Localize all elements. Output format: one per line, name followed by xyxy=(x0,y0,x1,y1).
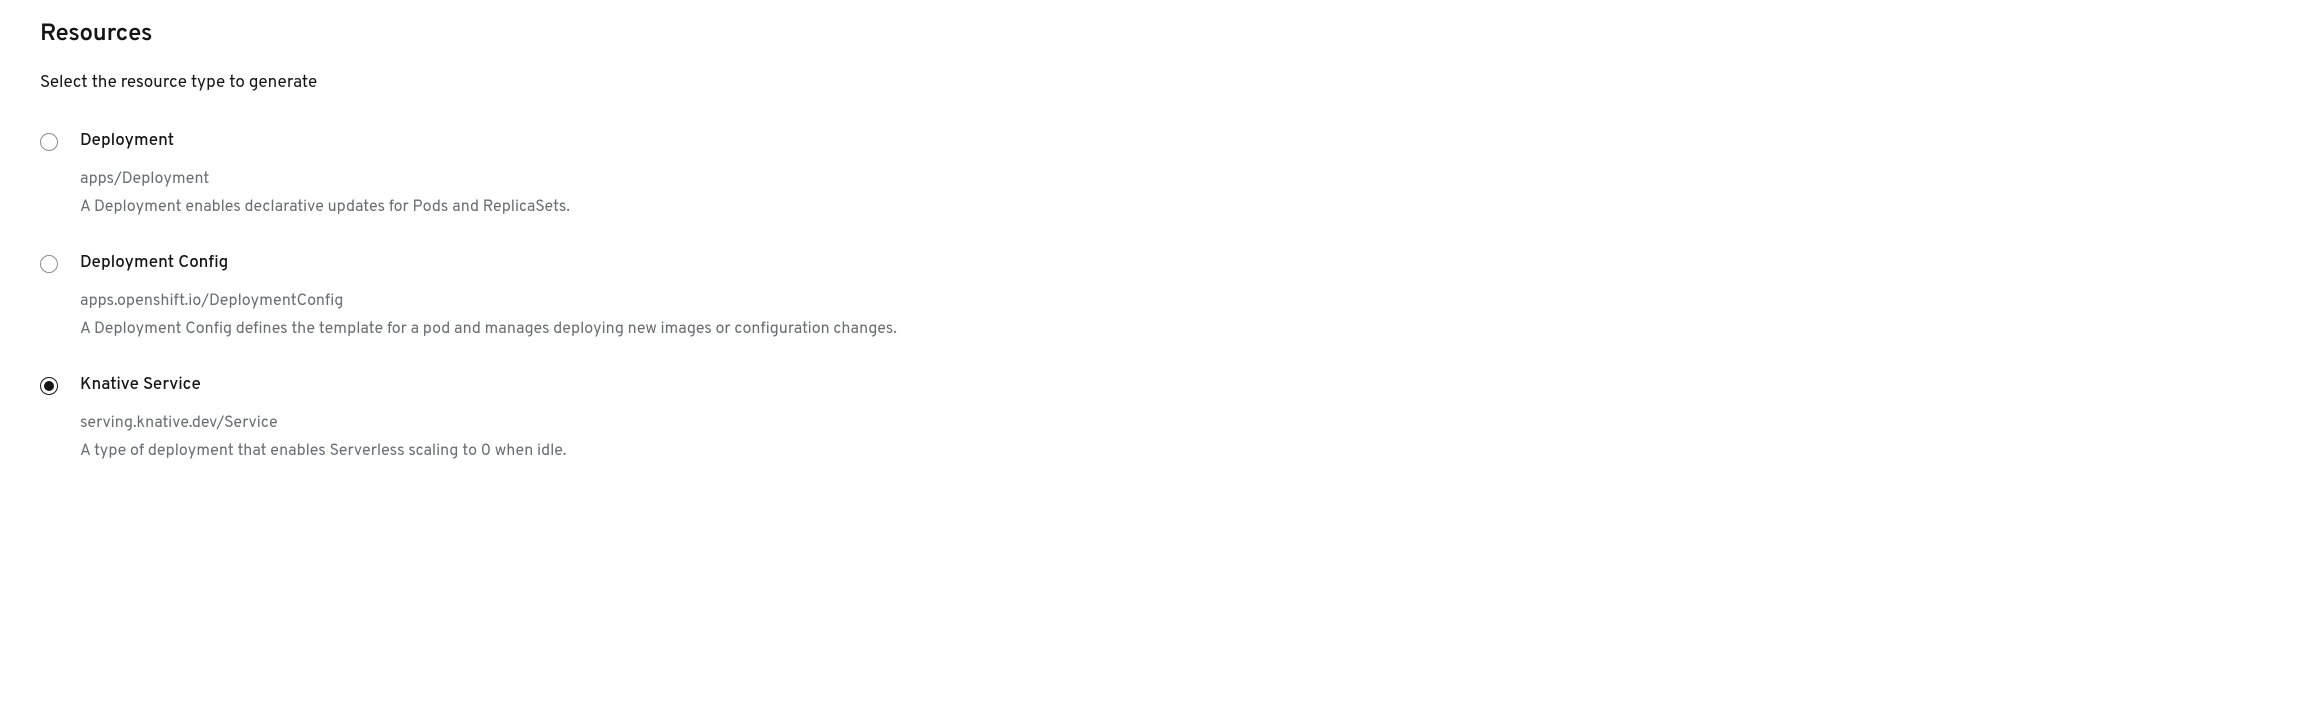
resource-option-knative-service[interactable]: Knative Service serving.knative.dev/Serv… xyxy=(40,374,2260,464)
option-label: Deployment xyxy=(80,130,2260,152)
radio-body: Deployment apps/Deployment A Deployment … xyxy=(80,130,2260,220)
option-label: Deployment Config xyxy=(80,252,2260,274)
resource-option-deployment[interactable]: Deployment apps/Deployment A Deployment … xyxy=(40,130,2260,220)
section-subtitle: Select the resource type to generate xyxy=(40,72,2260,94)
option-api: serving.knative.dev/Service xyxy=(80,414,2260,434)
option-label: Knative Service xyxy=(80,374,2260,396)
option-api: apps/Deployment xyxy=(80,170,2260,190)
option-description: A type of deployment that enables Server… xyxy=(80,440,2260,464)
option-description: A Deployment enables declarative updates… xyxy=(80,196,2260,220)
radio-icon[interactable] xyxy=(40,255,58,273)
option-description: A Deployment Config defines the template… xyxy=(80,318,2260,342)
resource-option-deployment-config[interactable]: Deployment Config apps.openshift.io/Depl… xyxy=(40,252,2260,342)
radio-icon[interactable] xyxy=(40,133,58,151)
section-title: Resources xyxy=(40,20,2260,50)
radio-body: Deployment Config apps.openshift.io/Depl… xyxy=(80,252,2260,342)
radio-body: Knative Service serving.knative.dev/Serv… xyxy=(80,374,2260,464)
radio-icon[interactable] xyxy=(40,377,58,395)
option-api: apps.openshift.io/DeploymentConfig xyxy=(80,292,2260,312)
